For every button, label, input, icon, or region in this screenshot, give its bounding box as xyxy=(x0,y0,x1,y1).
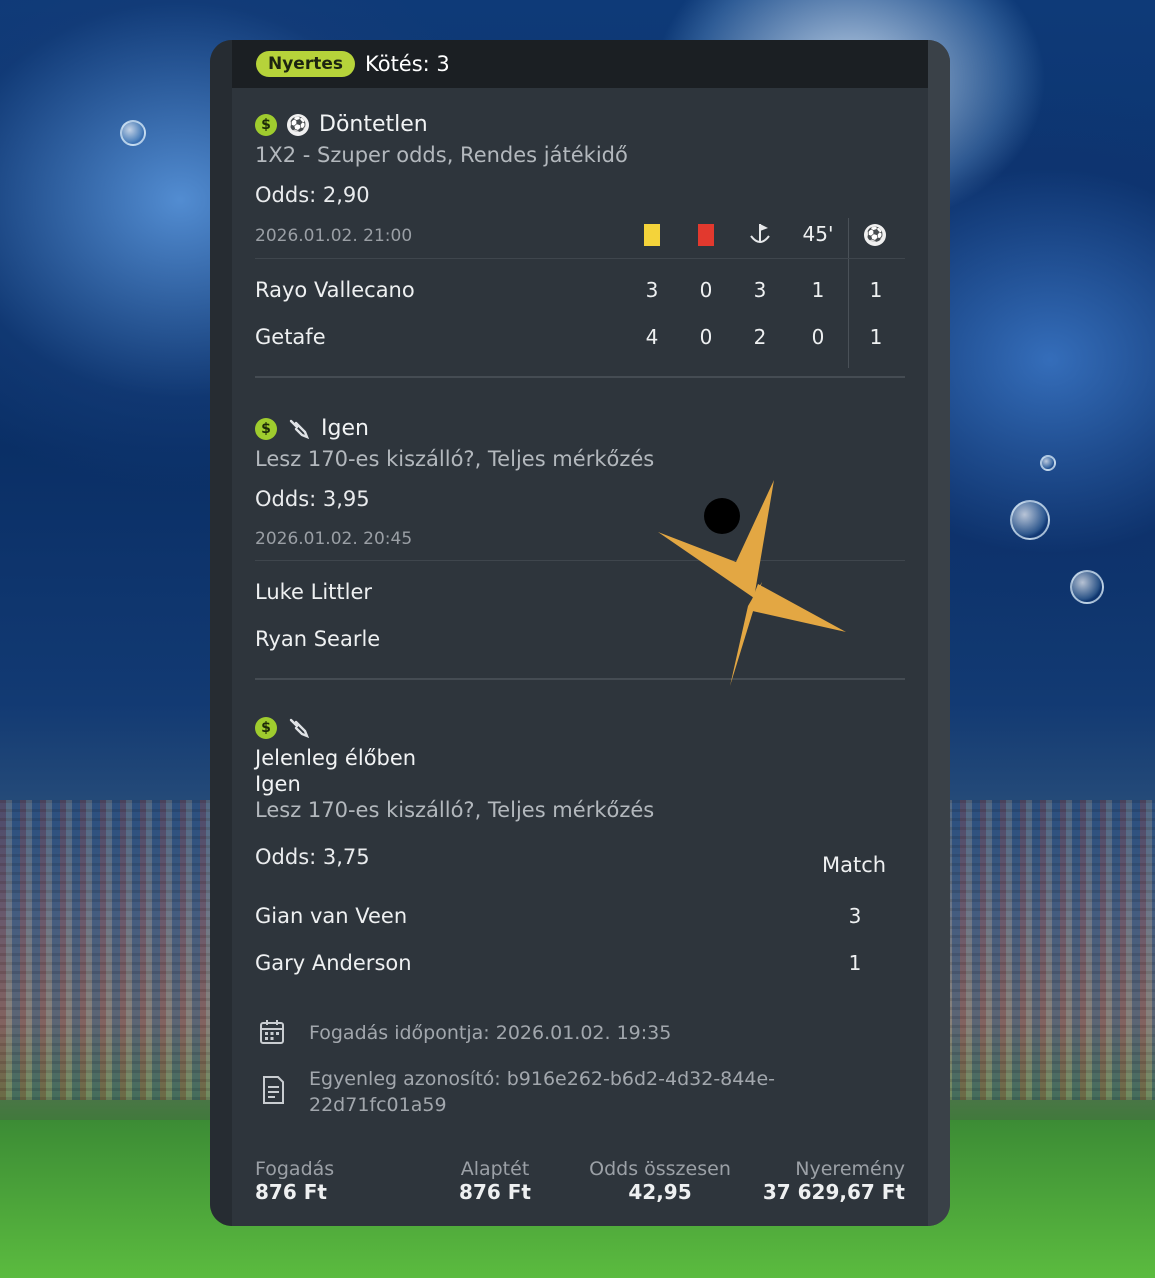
balance-id-line: 22d71fc01a59 xyxy=(309,1094,447,1116)
summary-label: Fogadás xyxy=(255,1158,335,1180)
market-name: Lesz 170-es kiszálló?, Teljes mérkőzés xyxy=(255,798,655,822)
water-drop xyxy=(1010,500,1050,540)
period-label: 45' xyxy=(802,222,834,246)
dollar-icon: $ xyxy=(255,417,277,440)
event-datetime: 2026.01.02. 20:45 xyxy=(255,529,413,549)
selection-title: Döntetlen xyxy=(319,112,428,137)
bet-header: Nyertes Kötés: 3 xyxy=(232,40,928,88)
brand-logo xyxy=(658,480,846,686)
dollar-icon: $ xyxy=(255,717,277,739)
period-score: 1 xyxy=(811,278,825,302)
player-row: Gian van Veen 3 xyxy=(255,904,905,934)
corner-flag-icon xyxy=(746,220,776,250)
summary-stake: Fogadás 876 Ft xyxy=(255,1158,334,1204)
section-divider xyxy=(255,376,905,378)
player-name: Gian van Veen xyxy=(255,904,408,928)
soccer-ball-icon: ⚽ xyxy=(287,113,309,136)
soccer-ball-icon: ⚽ xyxy=(864,224,886,246)
summary-label: Odds összesen xyxy=(589,1158,731,1180)
bet-item-3[interactable]: $ Jelenleg élőben Igen Lesz 170-es kiszá… xyxy=(255,716,905,822)
balance-id[interactable]: Egyenleg azonosító: b916e262-b6d2-4d32-8… xyxy=(309,1066,775,1118)
team-row: Getafe 4 0 2 0 1 xyxy=(255,325,905,355)
balance-id-line: Egyenleg azonosító: b916e262-b6d2-4d32-8… xyxy=(309,1068,775,1090)
player-name: Ryan Searle xyxy=(255,627,381,651)
summary-value: 876 Ft xyxy=(255,1180,327,1204)
water-drop xyxy=(1070,570,1104,604)
wrench-icon xyxy=(287,417,311,441)
goals-score: 1 xyxy=(869,325,883,349)
player-score: 3 xyxy=(848,904,862,928)
player-row: Gary Anderson 1 xyxy=(255,951,905,981)
water-drop xyxy=(1040,455,1056,471)
summary-value: 876 Ft xyxy=(459,1180,531,1204)
row-divider xyxy=(255,258,905,259)
yellow-count: 4 xyxy=(645,325,659,349)
card-rail-right[interactable] xyxy=(928,40,950,1226)
yellow-card-icon xyxy=(644,224,660,250)
red-card-icon xyxy=(698,224,714,250)
status-badge: Nyertes xyxy=(256,51,355,77)
bet-summary: Fogadás 876 Ft Alaptét 876 Ft Odds össze… xyxy=(255,1158,905,1218)
selection-row: $ xyxy=(255,716,905,740)
summary-base-stake: Alaptét 876 Ft xyxy=(435,1158,555,1204)
bet-count: Kötés: 3 xyxy=(365,52,450,76)
corner-count: 3 xyxy=(753,278,767,302)
water-drop xyxy=(120,120,146,146)
team-name: Rayo Vallecano xyxy=(255,278,415,302)
wrench-icon xyxy=(287,716,311,740)
player-name: Luke Littler xyxy=(255,580,373,604)
player-score: 1 xyxy=(848,951,862,975)
summary-total-odds: Odds összesen 42,95 xyxy=(580,1158,740,1204)
calendar-icon xyxy=(258,1018,286,1050)
red-count: 0 xyxy=(699,278,713,302)
corner-count: 2 xyxy=(753,325,767,349)
summary-value: 37 629,67 Ft xyxy=(762,1180,905,1204)
goals-score: 1 xyxy=(869,278,883,302)
odds-value: Odds: 3,75 xyxy=(255,845,370,869)
selection-title: Igen xyxy=(321,416,369,441)
event-datetime: 2026.01.02. 21:00 xyxy=(255,226,413,246)
selection-row: $ Igen xyxy=(255,416,905,441)
red-count: 0 xyxy=(699,325,713,349)
team-name: Getafe xyxy=(255,325,326,349)
summary-value: 42,95 xyxy=(628,1180,692,1204)
live-status: Jelenleg élőben xyxy=(255,746,417,770)
card-rail-left xyxy=(210,40,232,1226)
yellow-count: 3 xyxy=(645,278,659,302)
summary-label: Alaptét xyxy=(460,1158,530,1180)
player-name: Gary Anderson xyxy=(255,951,412,975)
bet-item-1[interactable]: $ ⚽ Döntetlen 1X2 - Szuper odds, Rendes … xyxy=(255,112,905,207)
summary-winnings: Nyeremény 37 629,67 Ft xyxy=(763,1158,905,1204)
market-name: Lesz 170-es kiszálló?, Teljes mérkőzés xyxy=(255,447,655,471)
selection-title: Igen xyxy=(255,772,301,796)
score-header: Match xyxy=(822,853,887,877)
placed-at: Fogadás időpontja: 2026.01.02. 19:35 xyxy=(309,1022,672,1044)
document-icon xyxy=(260,1074,286,1110)
selection-row: $ ⚽ Döntetlen xyxy=(255,112,905,137)
stats-header: 45' ⚽ xyxy=(630,218,905,368)
odds-value: Odds: 2,90 xyxy=(255,183,370,207)
summary-label: Nyeremény xyxy=(795,1158,905,1180)
market-name: 1X2 - Szuper odds, Rendes játékidő xyxy=(255,143,628,167)
period-score: 0 xyxy=(811,325,825,349)
dollar-icon: $ xyxy=(255,113,277,136)
logo-dot xyxy=(704,498,740,534)
team-row: Rayo Vallecano 3 0 3 1 1 xyxy=(255,278,905,308)
